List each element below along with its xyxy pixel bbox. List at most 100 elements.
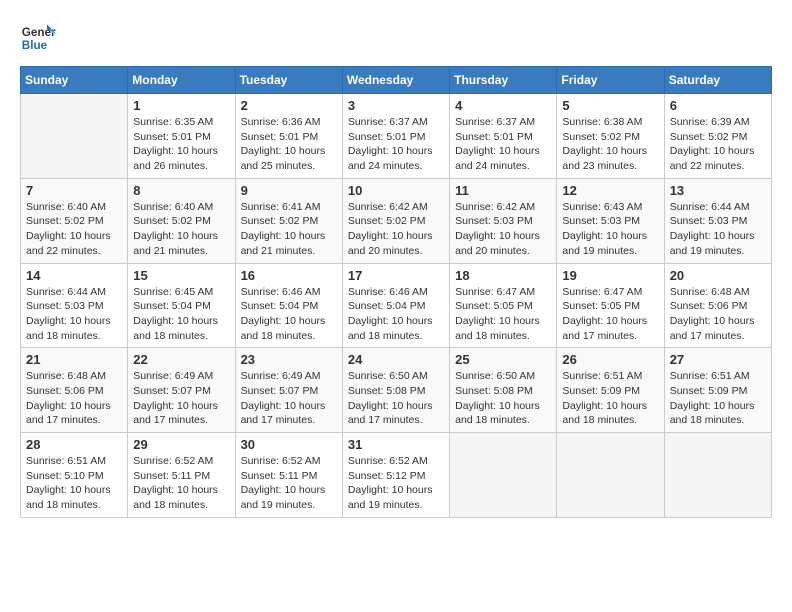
- day-number: 13: [670, 183, 766, 198]
- day-info: Sunrise: 6:51 AMSunset: 5:09 PMDaylight:…: [670, 369, 766, 428]
- day-info: Sunrise: 6:51 AMSunset: 5:10 PMDaylight:…: [26, 454, 122, 513]
- calendar-cell: 20 Sunrise: 6:48 AMSunset: 5:06 PMDayligh…: [664, 263, 771, 348]
- column-header-tuesday: Tuesday: [235, 67, 342, 94]
- calendar-cell: [664, 433, 771, 518]
- day-number: 28: [26, 437, 122, 452]
- day-number: 16: [241, 268, 337, 283]
- day-info: Sunrise: 6:52 AMSunset: 5:11 PMDaylight:…: [241, 454, 337, 513]
- calendar-cell: 31 Sunrise: 6:52 AMSunset: 5:12 PMDayligh…: [342, 433, 449, 518]
- calendar-cell: 28 Sunrise: 6:51 AMSunset: 5:10 PMDayligh…: [21, 433, 128, 518]
- calendar-cell: 15 Sunrise: 6:45 AMSunset: 5:04 PMDayligh…: [128, 263, 235, 348]
- day-info: Sunrise: 6:52 AMSunset: 5:12 PMDaylight:…: [348, 454, 444, 513]
- day-info: Sunrise: 6:52 AMSunset: 5:11 PMDaylight:…: [133, 454, 229, 513]
- calendar-cell: 23 Sunrise: 6:49 AMSunset: 5:07 PMDayligh…: [235, 348, 342, 433]
- day-number: 8: [133, 183, 229, 198]
- calendar-cell: 4Sunrise: 6:37 AMSunset: 5:01 PMDaylight…: [450, 94, 557, 179]
- day-number: 9: [241, 183, 337, 198]
- day-number: 29: [133, 437, 229, 452]
- calendar-cell: 24 Sunrise: 6:50 AMSunset: 5:08 PMDayligh…: [342, 348, 449, 433]
- day-info: Sunrise: 6:37 AMSunset: 5:01 PMDaylight:…: [348, 115, 444, 174]
- day-number: 26: [562, 352, 658, 367]
- day-number: 15: [133, 268, 229, 283]
- calendar-cell: 14Sunrise: 6:44 AMSunset: 5:03 PMDayligh…: [21, 263, 128, 348]
- week-row-4: 21 Sunrise: 6:48 AMSunset: 5:06 PMDayligh…: [21, 348, 772, 433]
- day-info: Sunrise: 6:39 AMSunset: 5:02 PMDaylight:…: [670, 115, 766, 174]
- day-info: Sunrise: 6:41 AMSunset: 5:02 PMDaylight:…: [241, 200, 337, 259]
- calendar-cell: [557, 433, 664, 518]
- calendar-cell: [21, 94, 128, 179]
- calendar-cell: 26 Sunrise: 6:51 AMSunset: 5:09 PMDayligh…: [557, 348, 664, 433]
- column-header-wednesday: Wednesday: [342, 67, 449, 94]
- day-info: Sunrise: 6:40 AMSunset: 5:02 PMDaylight:…: [26, 200, 122, 259]
- week-row-2: 7 Sunrise: 6:40 AMSunset: 5:02 PMDaylight…: [21, 178, 772, 263]
- day-number: 5: [562, 98, 658, 113]
- calendar-cell: 12 Sunrise: 6:43 AMSunset: 5:03 PMDayligh…: [557, 178, 664, 263]
- week-row-3: 14Sunrise: 6:44 AMSunset: 5:03 PMDayligh…: [21, 263, 772, 348]
- calendar-cell: 19 Sunrise: 6:47 AMSunset: 5:05 PMDayligh…: [557, 263, 664, 348]
- day-number: 25: [455, 352, 551, 367]
- calendar-cell: [450, 433, 557, 518]
- column-header-saturday: Saturday: [664, 67, 771, 94]
- day-number: 7: [26, 183, 122, 198]
- calendar-cell: 30 Sunrise: 6:52 AMSunset: 5:11 PMDayligh…: [235, 433, 342, 518]
- day-number: 24: [348, 352, 444, 367]
- day-number: 21: [26, 352, 122, 367]
- day-info: Sunrise: 6:46 AMSunset: 5:04 PMDaylight:…: [241, 285, 337, 344]
- day-number: 6: [670, 98, 766, 113]
- day-info: Sunrise: 6:51 AMSunset: 5:09 PMDaylight:…: [562, 369, 658, 428]
- week-row-5: 28 Sunrise: 6:51 AMSunset: 5:10 PMDayligh…: [21, 433, 772, 518]
- calendar-cell: 10Sunrise: 6:42 AMSunset: 5:02 PMDayligh…: [342, 178, 449, 263]
- calendar-cell: 25 Sunrise: 6:50 AMSunset: 5:08 PMDayligh…: [450, 348, 557, 433]
- day-number: 2: [241, 98, 337, 113]
- calendar-cell: 9 Sunrise: 6:41 AMSunset: 5:02 PMDaylight…: [235, 178, 342, 263]
- column-header-thursday: Thursday: [450, 67, 557, 94]
- day-info: Sunrise: 6:44 AMSunset: 5:03 PMDaylight:…: [26, 285, 122, 344]
- day-info: Sunrise: 6:50 AMSunset: 5:08 PMDaylight:…: [348, 369, 444, 428]
- calendar-cell: 6 Sunrise: 6:39 AMSunset: 5:02 PMDaylight…: [664, 94, 771, 179]
- calendar-header-row: SundayMondayTuesdayWednesdayThursdayFrid…: [21, 67, 772, 94]
- calendar-cell: 29 Sunrise: 6:52 AMSunset: 5:11 PMDayligh…: [128, 433, 235, 518]
- week-row-1: 1Sunrise: 6:35 AMSunset: 5:01 PMDaylight…: [21, 94, 772, 179]
- calendar-cell: 7 Sunrise: 6:40 AMSunset: 5:02 PMDaylight…: [21, 178, 128, 263]
- calendar-cell: 27 Sunrise: 6:51 AMSunset: 5:09 PMDayligh…: [664, 348, 771, 433]
- day-info: Sunrise: 6:42 AMSunset: 5:02 PMDaylight:…: [348, 200, 444, 259]
- day-number: 4: [455, 98, 551, 113]
- logo: General Blue: [20, 20, 56, 56]
- day-info: Sunrise: 6:47 AMSunset: 5:05 PMDaylight:…: [562, 285, 658, 344]
- day-number: 27: [670, 352, 766, 367]
- calendar-table: SundayMondayTuesdayWednesdayThursdayFrid…: [20, 66, 772, 518]
- day-info: Sunrise: 6:49 AMSunset: 5:07 PMDaylight:…: [241, 369, 337, 428]
- day-number: 17: [348, 268, 444, 283]
- day-info: Sunrise: 6:42 AMSunset: 5:03 PMDaylight:…: [455, 200, 551, 259]
- calendar-cell: 11 Sunrise: 6:42 AMSunset: 5:03 PMDayligh…: [450, 178, 557, 263]
- day-info: Sunrise: 6:45 AMSunset: 5:04 PMDaylight:…: [133, 285, 229, 344]
- calendar-cell: 5Sunrise: 6:38 AMSunset: 5:02 PMDaylight…: [557, 94, 664, 179]
- day-info: Sunrise: 6:48 AMSunset: 5:06 PMDaylight:…: [26, 369, 122, 428]
- day-number: 12: [562, 183, 658, 198]
- calendar-cell: 17 Sunrise: 6:46 AMSunset: 5:04 PMDayligh…: [342, 263, 449, 348]
- day-info: Sunrise: 6:50 AMSunset: 5:08 PMDaylight:…: [455, 369, 551, 428]
- day-info: Sunrise: 6:44 AMSunset: 5:03 PMDaylight:…: [670, 200, 766, 259]
- day-number: 11: [455, 183, 551, 198]
- day-info: Sunrise: 6:46 AMSunset: 5:04 PMDaylight:…: [348, 285, 444, 344]
- column-header-friday: Friday: [557, 67, 664, 94]
- day-number: 30: [241, 437, 337, 452]
- svg-text:General: General: [22, 26, 56, 39]
- calendar-cell: 3Sunrise: 6:37 AMSunset: 5:01 PMDaylight…: [342, 94, 449, 179]
- day-number: 19: [562, 268, 658, 283]
- calendar-cell: 22 Sunrise: 6:49 AMSunset: 5:07 PMDayligh…: [128, 348, 235, 433]
- day-number: 20: [670, 268, 766, 283]
- day-number: 23: [241, 352, 337, 367]
- day-number: 22: [133, 352, 229, 367]
- day-info: Sunrise: 6:49 AMSunset: 5:07 PMDaylight:…: [133, 369, 229, 428]
- calendar-cell: 1Sunrise: 6:35 AMSunset: 5:01 PMDaylight…: [128, 94, 235, 179]
- day-info: Sunrise: 6:40 AMSunset: 5:02 PMDaylight:…: [133, 200, 229, 259]
- calendar-cell: 16 Sunrise: 6:46 AMSunset: 5:04 PMDayligh…: [235, 263, 342, 348]
- day-info: Sunrise: 6:43 AMSunset: 5:03 PMDaylight:…: [562, 200, 658, 259]
- day-info: Sunrise: 6:36 AMSunset: 5:01 PMDaylight:…: [241, 115, 337, 174]
- day-number: 1: [133, 98, 229, 113]
- day-info: Sunrise: 6:48 AMSunset: 5:06 PMDaylight:…: [670, 285, 766, 344]
- column-header-monday: Monday: [128, 67, 235, 94]
- svg-text:Blue: Blue: [22, 39, 48, 52]
- day-number: 31: [348, 437, 444, 452]
